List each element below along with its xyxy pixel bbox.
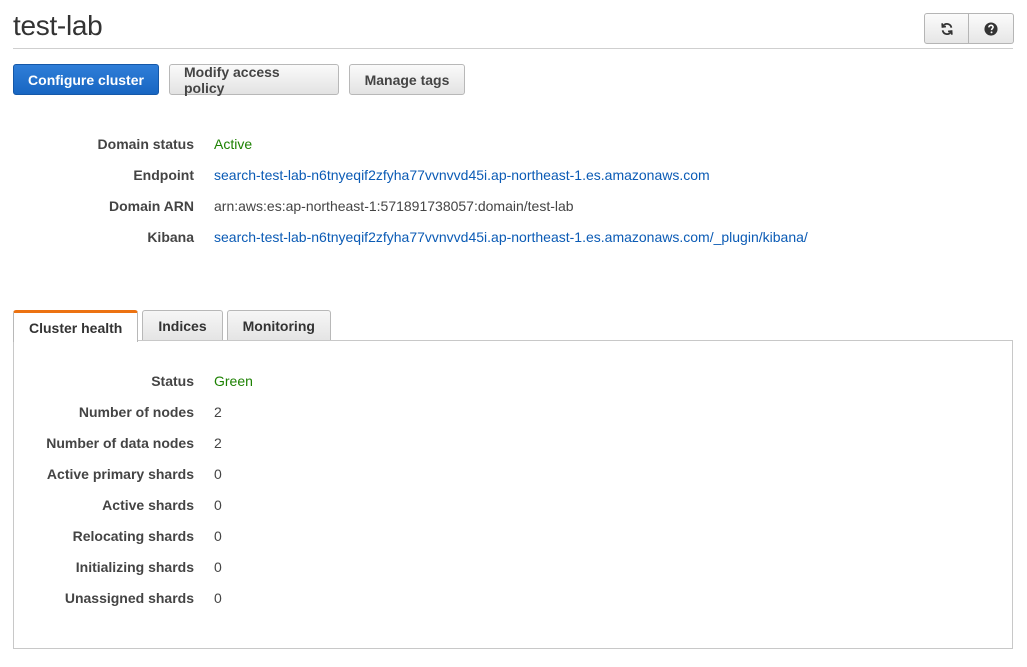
tab-monitoring[interactable]: Monitoring <box>226 310 331 341</box>
overview-row: Domain ARN arn:aws:es:ap-northeast-1:5718… <box>0 198 900 218</box>
refresh-button[interactable] <box>924 13 969 44</box>
header-icon-group <box>924 13 1014 44</box>
health-value: Green <box>214 373 253 389</box>
page-title: test-lab <box>13 10 103 41</box>
health-row: Unassigned shards 0 <box>0 590 900 610</box>
overview-label: Endpoint <box>133 167 194 183</box>
health-value: 0 <box>214 590 222 606</box>
help-button[interactable] <box>969 13 1014 44</box>
health-row: Number of nodes 2 <box>0 404 900 424</box>
health-value: 0 <box>214 466 222 482</box>
health-label: Relocating shards <box>72 528 194 544</box>
help-icon <box>984 21 998 36</box>
overview-row: Endpoint search-test-lab-n6tnyeqif2zfyha7… <box>0 167 900 187</box>
health-label: Number of data nodes <box>46 435 194 451</box>
health-row: Initializing shards 0 <box>0 559 900 579</box>
overview-value: Active <box>214 136 253 152</box>
overview-link[interactable]: search-test-lab-n6tnyeqif2zfyha77vvnvvd4… <box>214 229 808 245</box>
configure-cluster-button[interactable]: Configure cluster <box>13 64 159 95</box>
title-divider <box>13 48 1013 49</box>
health-value: 0 <box>214 497 222 513</box>
health-row: Active shards 0 <box>0 497 900 517</box>
health-label: Status <box>151 373 194 389</box>
tab-indices[interactable]: Indices <box>142 310 223 341</box>
health-label: Unassigned shards <box>64 590 194 606</box>
health-value: 2 <box>214 404 222 420</box>
health-label: Active primary shards <box>46 466 194 482</box>
health-row: Active primary shards 0 <box>0 466 900 486</box>
health-label: Initializing shards <box>75 559 194 575</box>
overview-label: Kibana <box>147 229 194 245</box>
health-label: Active shards <box>102 497 194 513</box>
health-value: 0 <box>214 528 222 544</box>
health-value: 2 <box>214 435 222 451</box>
modify-access-policy-button[interactable]: Modify access policy <box>169 64 339 96</box>
overview-row: Domain status Active <box>0 136 900 156</box>
manage-tags-button[interactable]: Manage tags <box>349 64 465 95</box>
overview-label: Domain status <box>97 136 194 152</box>
refresh-icon <box>940 22 953 35</box>
overview-value: arn:aws:es:ap-northeast-1:571891738057:d… <box>214 198 574 214</box>
health-row: Relocating shards 0 <box>0 528 900 548</box>
health-label: Number of nodes <box>78 404 194 420</box>
overview-link[interactable]: search-test-lab-n6tnyeqif2zfyha77vvnvvd4… <box>214 167 710 183</box>
overview-row: Kibana search-test-lab-n6tnyeqif2zfyha77v… <box>0 229 900 249</box>
tab-cluster-health[interactable]: Cluster health <box>13 310 139 342</box>
overview-label: Domain ARN <box>108 198 194 214</box>
health-row: Number of data nodes 2 <box>0 435 900 455</box>
health-value: 0 <box>214 559 222 575</box>
health-row: Status Green <box>0 373 900 393</box>
detail-tabs: Cluster health Indices Monitoring <box>13 310 335 342</box>
